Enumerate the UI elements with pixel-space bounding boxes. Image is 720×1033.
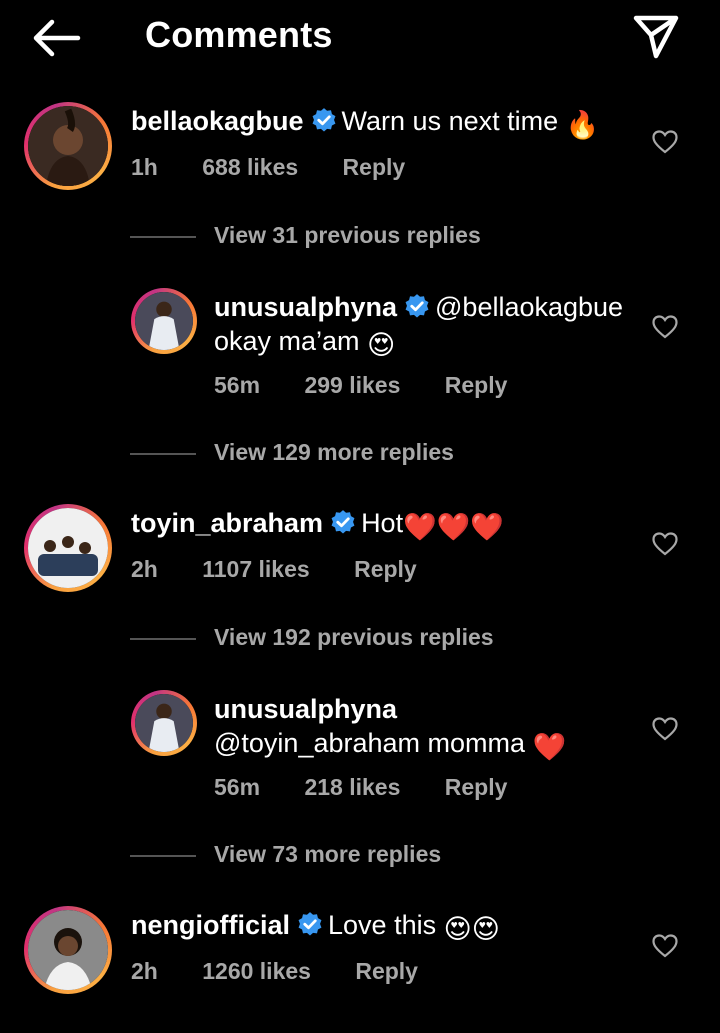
- avatar-photo: [135, 292, 193, 350]
- comment-time: 1h: [131, 154, 158, 180]
- comment-likes[interactable]: 1260 likes: [202, 958, 311, 984]
- view-more-replies[interactable]: View 129 more replies: [214, 439, 454, 466]
- comment-username[interactable]: toyin_abraham: [131, 508, 323, 538]
- reply-button[interactable]: Reply: [445, 774, 508, 800]
- heart-icon[interactable]: [652, 532, 678, 556]
- reply-text: okay ma’am: [214, 326, 360, 356]
- heart-eyes-emoji: 😍😍: [443, 914, 500, 944]
- view-previous-replies[interactable]: View 31 previous replies: [214, 222, 481, 249]
- top-bar: Comments: [0, 0, 720, 80]
- avatar-photo: [28, 508, 108, 588]
- avatar[interactable]: [24, 102, 112, 190]
- reply-likes[interactable]: 218 likes: [304, 774, 400, 800]
- red-heart-emoji: ❤️: [532, 732, 567, 762]
- avatar[interactable]: [24, 906, 112, 994]
- heart-icon[interactable]: [652, 130, 678, 154]
- comment-username[interactable]: nengiofficial: [131, 910, 290, 940]
- reply-time: 56m: [214, 774, 261, 800]
- verified-badge-icon: [312, 108, 335, 132]
- fire-emoji: 🔥: [565, 110, 600, 140]
- comment-text: Hot: [361, 508, 404, 538]
- comment-username[interactable]: bellaokagbue: [131, 106, 304, 136]
- heart-icon[interactable]: [652, 934, 678, 958]
- view-previous-replies[interactable]: View 192 previous replies: [214, 624, 494, 651]
- comment-text: Warn us next time: [341, 106, 559, 136]
- comment-time: 2h: [131, 556, 158, 582]
- verified-badge-icon: [331, 510, 355, 534]
- avatar[interactable]: [24, 504, 112, 592]
- view-more-replies[interactable]: View 73 more replies: [214, 841, 441, 868]
- comment-likes[interactable]: 688 likes: [202, 154, 298, 180]
- reply-username[interactable]: unusualphyna: [214, 292, 397, 322]
- arrow-left-icon[interactable]: [30, 18, 82, 58]
- avatar-photo: [135, 694, 193, 752]
- avatar-photo: [28, 910, 108, 990]
- reply-username[interactable]: unusualphyna: [214, 694, 397, 724]
- verified-badge-icon: [405, 294, 429, 318]
- reply-button[interactable]: Reply: [343, 154, 406, 180]
- reply-mention[interactable]: @bellaokagbue: [435, 292, 623, 322]
- reply-button[interactable]: Reply: [445, 372, 508, 398]
- comment-text: Love this: [328, 910, 437, 940]
- avatar-photo: [28, 106, 108, 186]
- red-heart-emoji: ❤️❤️❤️: [403, 512, 504, 542]
- heart-eyes-emoji: 😍: [367, 330, 396, 360]
- reply-time: 56m: [214, 372, 261, 398]
- avatar[interactable]: [131, 288, 197, 354]
- avatar[interactable]: [131, 690, 197, 756]
- comment-likes[interactable]: 1107 likes: [202, 556, 309, 582]
- comment-time: 2h: [131, 958, 158, 984]
- reply-text: @toyin_abraham momma: [214, 728, 526, 758]
- reply-button[interactable]: Reply: [355, 958, 418, 984]
- send-icon[interactable]: [630, 12, 682, 60]
- heart-icon[interactable]: [652, 717, 678, 741]
- verified-badge-icon: [298, 912, 322, 936]
- reply-button[interactable]: Reply: [354, 556, 417, 582]
- page-title: Comments: [145, 14, 333, 55]
- heart-icon[interactable]: [652, 315, 678, 339]
- reply-likes[interactable]: 299 likes: [304, 372, 400, 398]
